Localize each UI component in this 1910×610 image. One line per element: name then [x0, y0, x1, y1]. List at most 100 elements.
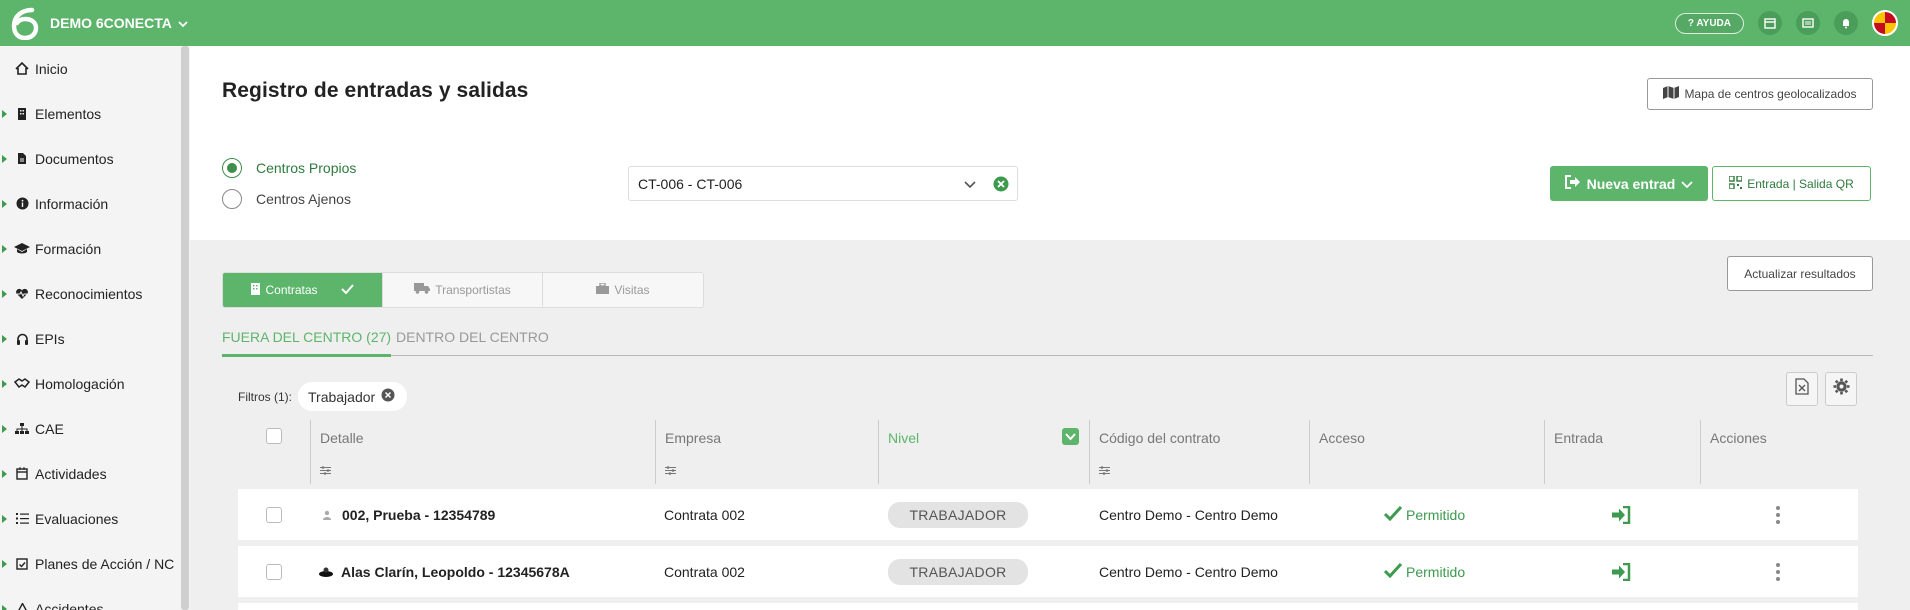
sidebar-item-label: Formación: [35, 240, 102, 257]
select-all-checkbox[interactable]: [266, 428, 282, 444]
caret-right-icon: [2, 199, 10, 208]
radio-own-centers[interactable]: Centros Propios: [222, 158, 356, 178]
graduation-cap-icon: [13, 242, 31, 255]
remove-filter-icon[interactable]: [381, 388, 395, 405]
app-logo[interactable]: [8, 6, 42, 40]
news-icon[interactable]: [1796, 11, 1820, 35]
radio-external-centers[interactable]: Centros Ajenos: [222, 189, 351, 209]
sidebar-scrollbar[interactable]: [181, 46, 189, 610]
sidebar-item-planes[interactable]: Planes de Acción / NC: [0, 541, 190, 586]
sidebar-item-cae[interactable]: CAE: [0, 406, 190, 451]
radio-own-input[interactable]: [222, 158, 242, 178]
sidebar-item-label: Homologación: [35, 375, 125, 392]
row-detalle-text: 002, Prueba - 12354789: [342, 506, 496, 523]
sidebar-item-homologacion[interactable]: Homologación: [0, 361, 190, 406]
warning-icon: [13, 602, 31, 610]
row-checkbox[interactable]: [266, 563, 282, 580]
briefcase-icon: [596, 282, 610, 297]
entry-action-icon[interactable]: [1611, 546, 1631, 597]
home-icon: [13, 62, 31, 75]
user-avatar[interactable]: [1872, 10, 1898, 36]
more-actions-icon[interactable]: [1776, 546, 1780, 597]
center-select-value: CT-006 - CT-006: [638, 175, 743, 192]
location-tabs: FUERA DEL CENTRO (27) DENTRO DEL CENTRO: [222, 326, 1873, 357]
sidebar-item-informacion[interactable]: Información: [0, 181, 190, 226]
column-entrada[interactable]: Entrada: [1544, 420, 1694, 484]
row-codigo: Centro Demo - Centro Demo: [1099, 506, 1278, 523]
caret-right-icon: [2, 424, 10, 433]
select-all-column: [266, 420, 286, 484]
map-button[interactable]: Mapa de centros geolocalizados: [1647, 78, 1873, 110]
column-filter-icon[interactable]: [1099, 462, 1110, 478]
entry-action-icon[interactable]: [1611, 489, 1631, 540]
sidebar-item-epis[interactable]: EPIs: [0, 316, 190, 361]
headphones-icon: [13, 333, 31, 345]
sidebar-item-formacion[interactable]: Formación: [0, 226, 190, 271]
export-excel-button[interactable]: [1786, 372, 1818, 406]
column-nivel-dropdown-icon[interactable]: [1062, 428, 1079, 448]
sign-in-icon: [1564, 175, 1581, 192]
radio-external-label: Centros Ajenos: [256, 191, 351, 207]
column-filter-icon[interactable]: [320, 462, 331, 478]
segment-visitas[interactable]: Visitas: [543, 273, 703, 307]
caret-right-icon: [2, 289, 10, 298]
column-acceso[interactable]: Acceso: [1309, 420, 1539, 484]
sidebar-item-actividades[interactable]: Actividades: [0, 451, 190, 496]
segment-contratas[interactable]: Contratas: [223, 273, 383, 307]
sidebar-item-accidentes[interactable]: Accidentes: [0, 586, 190, 610]
table-row[interactable]: Alas Clarín, Leopoldo - 12345678A Contra…: [238, 546, 1858, 597]
column-empresa[interactable]: Empresa: [655, 420, 880, 484]
caret-right-icon: [2, 244, 10, 253]
settings-button[interactable]: [1825, 372, 1857, 406]
sidebar-item-documentos[interactable]: Documentos: [0, 136, 190, 181]
bell-icon[interactable]: [1834, 11, 1858, 35]
sidebar-item-label: Evaluaciones: [35, 510, 119, 527]
column-filter-icon[interactable]: [665, 462, 676, 478]
org-switcher[interactable]: DEMO 6CONECTA: [50, 15, 188, 31]
tab-inside-center[interactable]: DENTRO DEL CENTRO: [396, 329, 549, 354]
tab-outside-center[interactable]: FUERA DEL CENTRO (27): [222, 329, 392, 357]
excel-file-icon: [1795, 378, 1809, 400]
org-name: DEMO 6CONECTA: [50, 15, 172, 31]
column-nivel[interactable]: Nivel: [878, 420, 1088, 484]
level-badge: TRABAJADOR: [888, 558, 1028, 585]
segment-transportistas-label: Transportistas: [435, 283, 511, 297]
more-actions-icon[interactable]: [1776, 489, 1780, 540]
row-acceso: Permitido: [1383, 546, 1465, 597]
segment-transportistas[interactable]: Transportistas: [383, 273, 543, 307]
new-entry-button[interactable]: Nueva entrad: [1550, 166, 1708, 201]
row-detalle[interactable]: 002, Prueba - 12354789: [322, 489, 495, 540]
caret-right-icon: [2, 604, 10, 610]
filter-chip[interactable]: Trabajador: [298, 382, 408, 411]
caret-right-icon: [2, 469, 10, 478]
level-badge: TRABAJADOR: [888, 501, 1028, 528]
sidebar-item-label: Reconocimientos: [35, 285, 143, 302]
center-select[interactable]: CT-006 - CT-006: [628, 166, 1018, 201]
column-empresa-label: Empresa: [665, 430, 722, 446]
row-codigo: Centro Demo - Centro Demo: [1099, 563, 1278, 580]
sidebar-item-label: Documentos: [35, 150, 114, 167]
clear-icon[interactable]: [993, 176, 1009, 195]
sidebar-item-inicio[interactable]: Inicio: [0, 46, 190, 91]
row-detalle[interactable]: Alas Clarín, Leopoldo - 12345678A: [319, 546, 570, 597]
row-checkbox[interactable]: [266, 506, 282, 523]
qr-entry-button[interactable]: Entrada | Salida QR: [1712, 166, 1871, 201]
qr-code-icon: [1728, 174, 1743, 192]
truck-icon: [414, 283, 431, 297]
chevron-down-icon[interactable]: [963, 177, 977, 194]
sidebar-item-elementos[interactable]: Elementos: [0, 91, 190, 136]
radio-own-label: Centros Propios: [256, 160, 357, 176]
sidebar-item-reconocimientos[interactable]: Reconocimientos: [0, 271, 190, 316]
calendar-icon[interactable]: [1758, 11, 1782, 35]
help-button[interactable]: ? AYUDA: [1674, 12, 1744, 34]
chevron-down-icon: [178, 15, 188, 31]
radio-external-input[interactable]: [222, 189, 242, 209]
table-row[interactable]: 002, Prueba - 12354789 Contrata 002 TRAB…: [238, 489, 1858, 540]
refresh-results-button[interactable]: Actualizar resultados: [1727, 256, 1873, 291]
column-codigo[interactable]: Código del contrato: [1089, 420, 1299, 484]
new-entry-label: Nueva entrad: [1586, 175, 1676, 192]
check-icon: [1383, 562, 1403, 581]
column-detalle[interactable]: Detalle: [310, 420, 580, 484]
list-icon: [13, 513, 31, 524]
sidebar-item-evaluaciones[interactable]: Evaluaciones: [0, 496, 190, 541]
